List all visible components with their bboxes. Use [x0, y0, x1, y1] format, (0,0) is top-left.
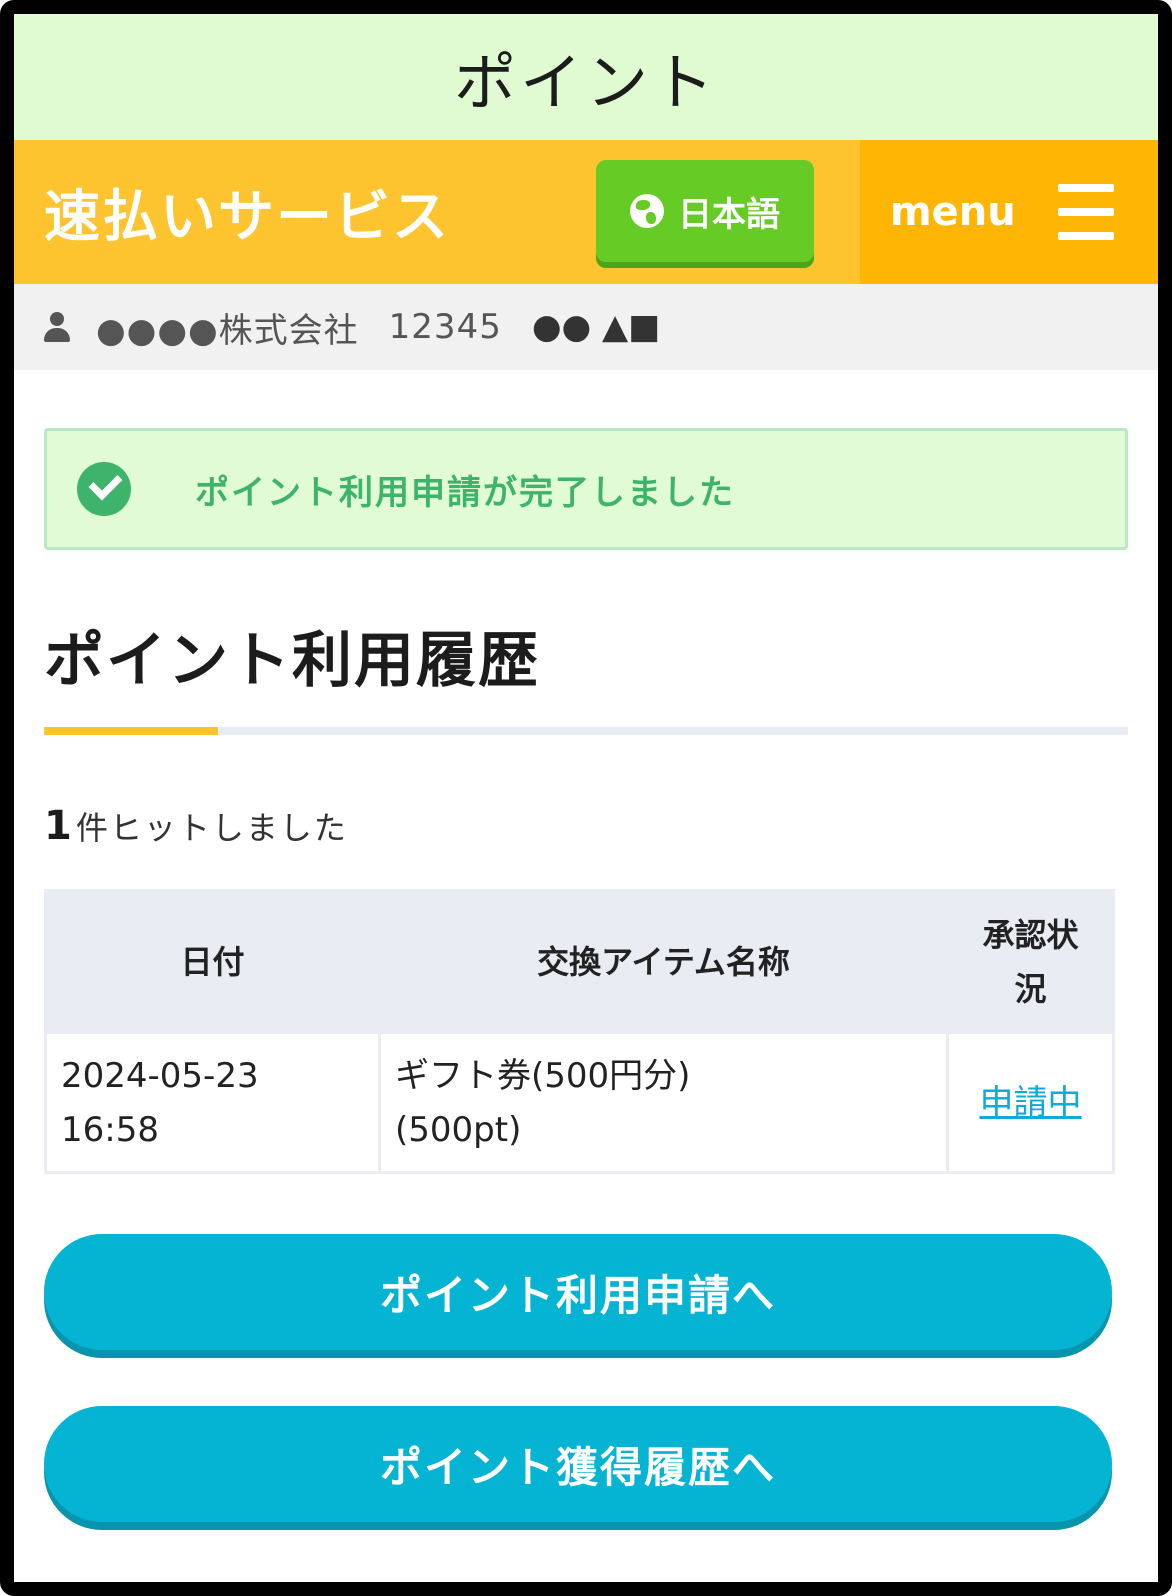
- user-name: ●● ▲■: [531, 307, 661, 347]
- title-underline: [44, 727, 1128, 735]
- cell-date-time: 16:58: [61, 1109, 159, 1150]
- alert-message: ポイント利用申請が完了しました: [195, 472, 735, 513]
- cell-item-name: ギフト券(500円分): [395, 1055, 691, 1096]
- cell-status: 申請中: [946, 1031, 1115, 1174]
- column-header-status-line2: 況: [1014, 969, 1047, 1008]
- status-link[interactable]: 申請中: [980, 1083, 1082, 1123]
- brand-area: 速払いサービス 日本語: [14, 140, 860, 284]
- table-header-row: 日付 交換アイテム名称 承認状 況: [44, 889, 1115, 1034]
- column-header-status: 承認状 況: [946, 889, 1115, 1034]
- cell-date: 2024-05-23 16:58: [44, 1031, 381, 1174]
- language-label: 日本語: [678, 194, 780, 235]
- menu-label: menu: [890, 189, 1016, 235]
- history-table: 日付 交換アイテム名称 承認状 況 2024-05-23 16:58 ギフト券(…: [44, 889, 1115, 1174]
- user-info-bar: ●●●●株式会社 12345 ●● ▲■: [14, 284, 1158, 370]
- result-count: 1件ヒットしました: [44, 803, 1128, 849]
- table-row: 2024-05-23 16:58 ギフト券(500円分) (500pt) 申請中: [44, 1031, 1115, 1174]
- cell-item: ギフト券(500円分) (500pt): [378, 1031, 949, 1174]
- user-id: 12345: [388, 307, 502, 347]
- page-title: ポイント: [453, 46, 718, 119]
- section-title: ポイント利用履歴: [44, 626, 540, 696]
- check-circle-icon: [77, 462, 131, 516]
- result-count-number: 1: [44, 803, 74, 849]
- globe-icon: [630, 194, 664, 228]
- point-apply-button[interactable]: ポイント利用申請へ: [44, 1234, 1112, 1350]
- column-header-status-line1: 承認状: [982, 915, 1079, 954]
- title-underline-accent: [44, 727, 218, 735]
- user-icon: [44, 312, 70, 342]
- cell-item-points: (500pt): [395, 1109, 522, 1150]
- phone-frame: ポイント 速払いサービス 日本語 menu ●●●●株式会社 12345 ●● …: [0, 0, 1172, 1596]
- column-header-date: 日付: [44, 889, 381, 1034]
- success-alert: ポイント利用申請が完了しました: [44, 428, 1128, 550]
- title-bar: ポイント: [14, 14, 1158, 140]
- hamburger-icon: [1057, 184, 1114, 240]
- column-header-item: 交換アイテム名称: [378, 889, 949, 1034]
- result-count-suffix: 件ヒットしました: [75, 809, 348, 847]
- language-button[interactable]: 日本語: [596, 160, 814, 262]
- brand-logo-text[interactable]: 速払いサービス: [44, 172, 450, 253]
- cell-date-day: 2024-05-23: [61, 1055, 259, 1096]
- main-content: ポイント利用申請が完了しました ポイント利用履歴 1件ヒットしました 日付 交換…: [14, 428, 1158, 1522]
- menu-button[interactable]: menu: [860, 140, 1158, 284]
- app-header: 速払いサービス 日本語 menu: [14, 140, 1158, 284]
- point-earned-history-button[interactable]: ポイント獲得履歴へ: [44, 1406, 1112, 1522]
- company-name: ●●●●株式会社: [96, 310, 359, 351]
